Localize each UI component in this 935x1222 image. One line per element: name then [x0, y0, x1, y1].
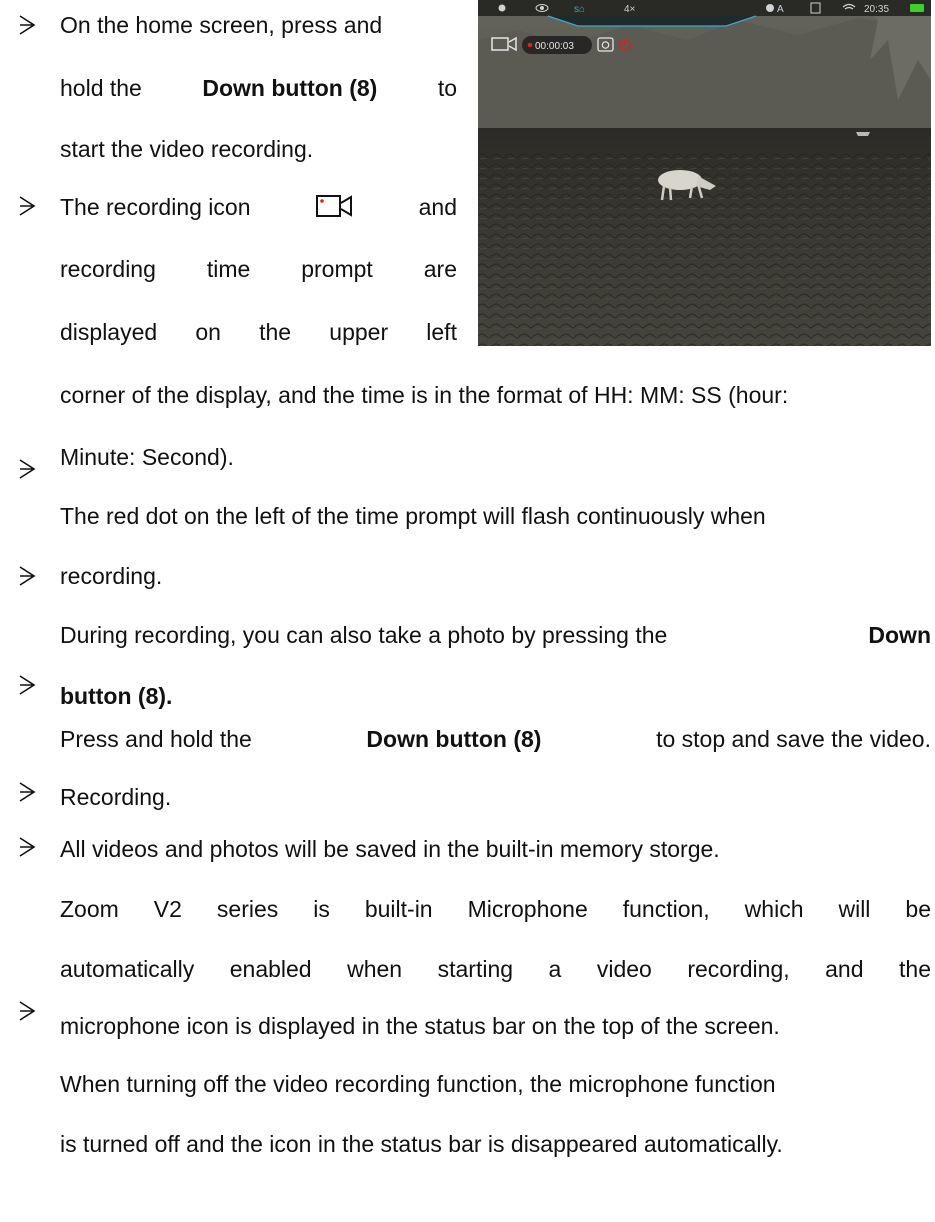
bullet-8-line-1: When turning off the video recording fun… — [60, 1071, 776, 1097]
bullet-3-line-2: recording. — [60, 563, 163, 589]
gear-icon — [766, 4, 774, 12]
bullet-1-line-1: On the home screen, press and — [60, 12, 383, 38]
word: left — [426, 319, 457, 345]
text-fragment: The recording icon — [60, 194, 251, 220]
word: prompt — [301, 256, 373, 282]
bullet-8-line-2: is turned off and the icon in the status… — [60, 1131, 783, 1157]
recording-time: 00:00:03 — [535, 41, 574, 52]
thermal-recording-screenshot: s⌂ 4× A 20:35 00:00:03 — [478, 0, 931, 346]
text-fragment: to — [437, 75, 457, 101]
bullet-5-line-2: Recording. — [60, 784, 172, 810]
down-button-reference: Down button (8) — [366, 726, 542, 752]
distant-animal — [856, 132, 870, 136]
bullet-2-line-4: corner of the display, and the time is i… — [60, 382, 789, 408]
bullet-7-line-1: Zoom V2 series is built-in Microphone fu… — [60, 896, 931, 922]
bullet-4-line-2: button (8). — [60, 683, 173, 709]
bullet-arrow-icon — [19, 566, 36, 586]
bullet-2-line-2: recording time prompt are — [60, 255, 457, 283]
word: recording — [60, 256, 156, 282]
brightness-icon — [498, 4, 506, 12]
text-fragment: hold the — [60, 75, 142, 101]
recording-red-dot — [527, 42, 533, 48]
bullet-arrow-icon — [19, 837, 36, 857]
bullet-1-line-3: start the video recording. — [60, 136, 314, 162]
bullet-2-line-5: Minute: Second). — [60, 444, 234, 470]
down-button-reference: Down — [868, 622, 931, 648]
bullet-7-line-3: microphone icon is displayed in the stat… — [60, 1013, 780, 1039]
down-button-reference: Down button (8) — [202, 75, 378, 101]
bullet-1-line-2: hold the Down button (8) to — [60, 74, 457, 102]
status-bar-tab-outline — [547, 15, 757, 27]
bullet-4-line-1: During recording, you can also take a ph… — [60, 621, 931, 649]
bullet-2-line-3: displayed on the upper left — [60, 318, 457, 346]
bullet-arrow-icon — [19, 1001, 36, 1021]
word: displayed — [60, 319, 158, 345]
thermal-scene: s⌂ 4× A 20:35 00:00:03 — [478, 0, 931, 346]
bullet-arrow-icon — [19, 196, 36, 216]
bullet-arrow-icon — [19, 15, 36, 35]
bullet-2-line-1: The recording icon and — [60, 193, 457, 221]
word: time — [206, 256, 251, 282]
bullet-5-line-1: Press and hold the Down button (8) to st… — [60, 725, 931, 753]
zoom-indicator: 4× — [624, 4, 636, 15]
clock: 20:35 — [864, 4, 889, 15]
mode-indicator: A — [777, 4, 784, 15]
bullet-arrow-icon — [19, 675, 36, 695]
battery-icon — [910, 4, 924, 12]
word: upper — [329, 319, 389, 345]
bullet-6-line-1: All videos and photos will be saved in t… — [60, 836, 720, 862]
text-fragment: During recording, you can also take a ph… — [60, 622, 668, 648]
word: on — [195, 319, 221, 345]
word: are — [423, 256, 457, 282]
bullet-7-line-2: automatically enabled when starting a vi… — [60, 956, 931, 982]
bullet-3-line-1: The red dot on the left of the time prom… — [60, 503, 766, 529]
text-fragment: Press and hold the — [60, 726, 252, 752]
text-fragment: and — [418, 194, 457, 220]
bullet-arrow-icon — [19, 459, 36, 479]
text-fragment: to stop and save the video. — [656, 726, 931, 752]
word: the — [259, 319, 292, 345]
calibration-icon: s⌂ — [574, 4, 585, 15]
bullet-arrow-icon — [19, 782, 36, 802]
video-camera-icon — [315, 195, 352, 217]
